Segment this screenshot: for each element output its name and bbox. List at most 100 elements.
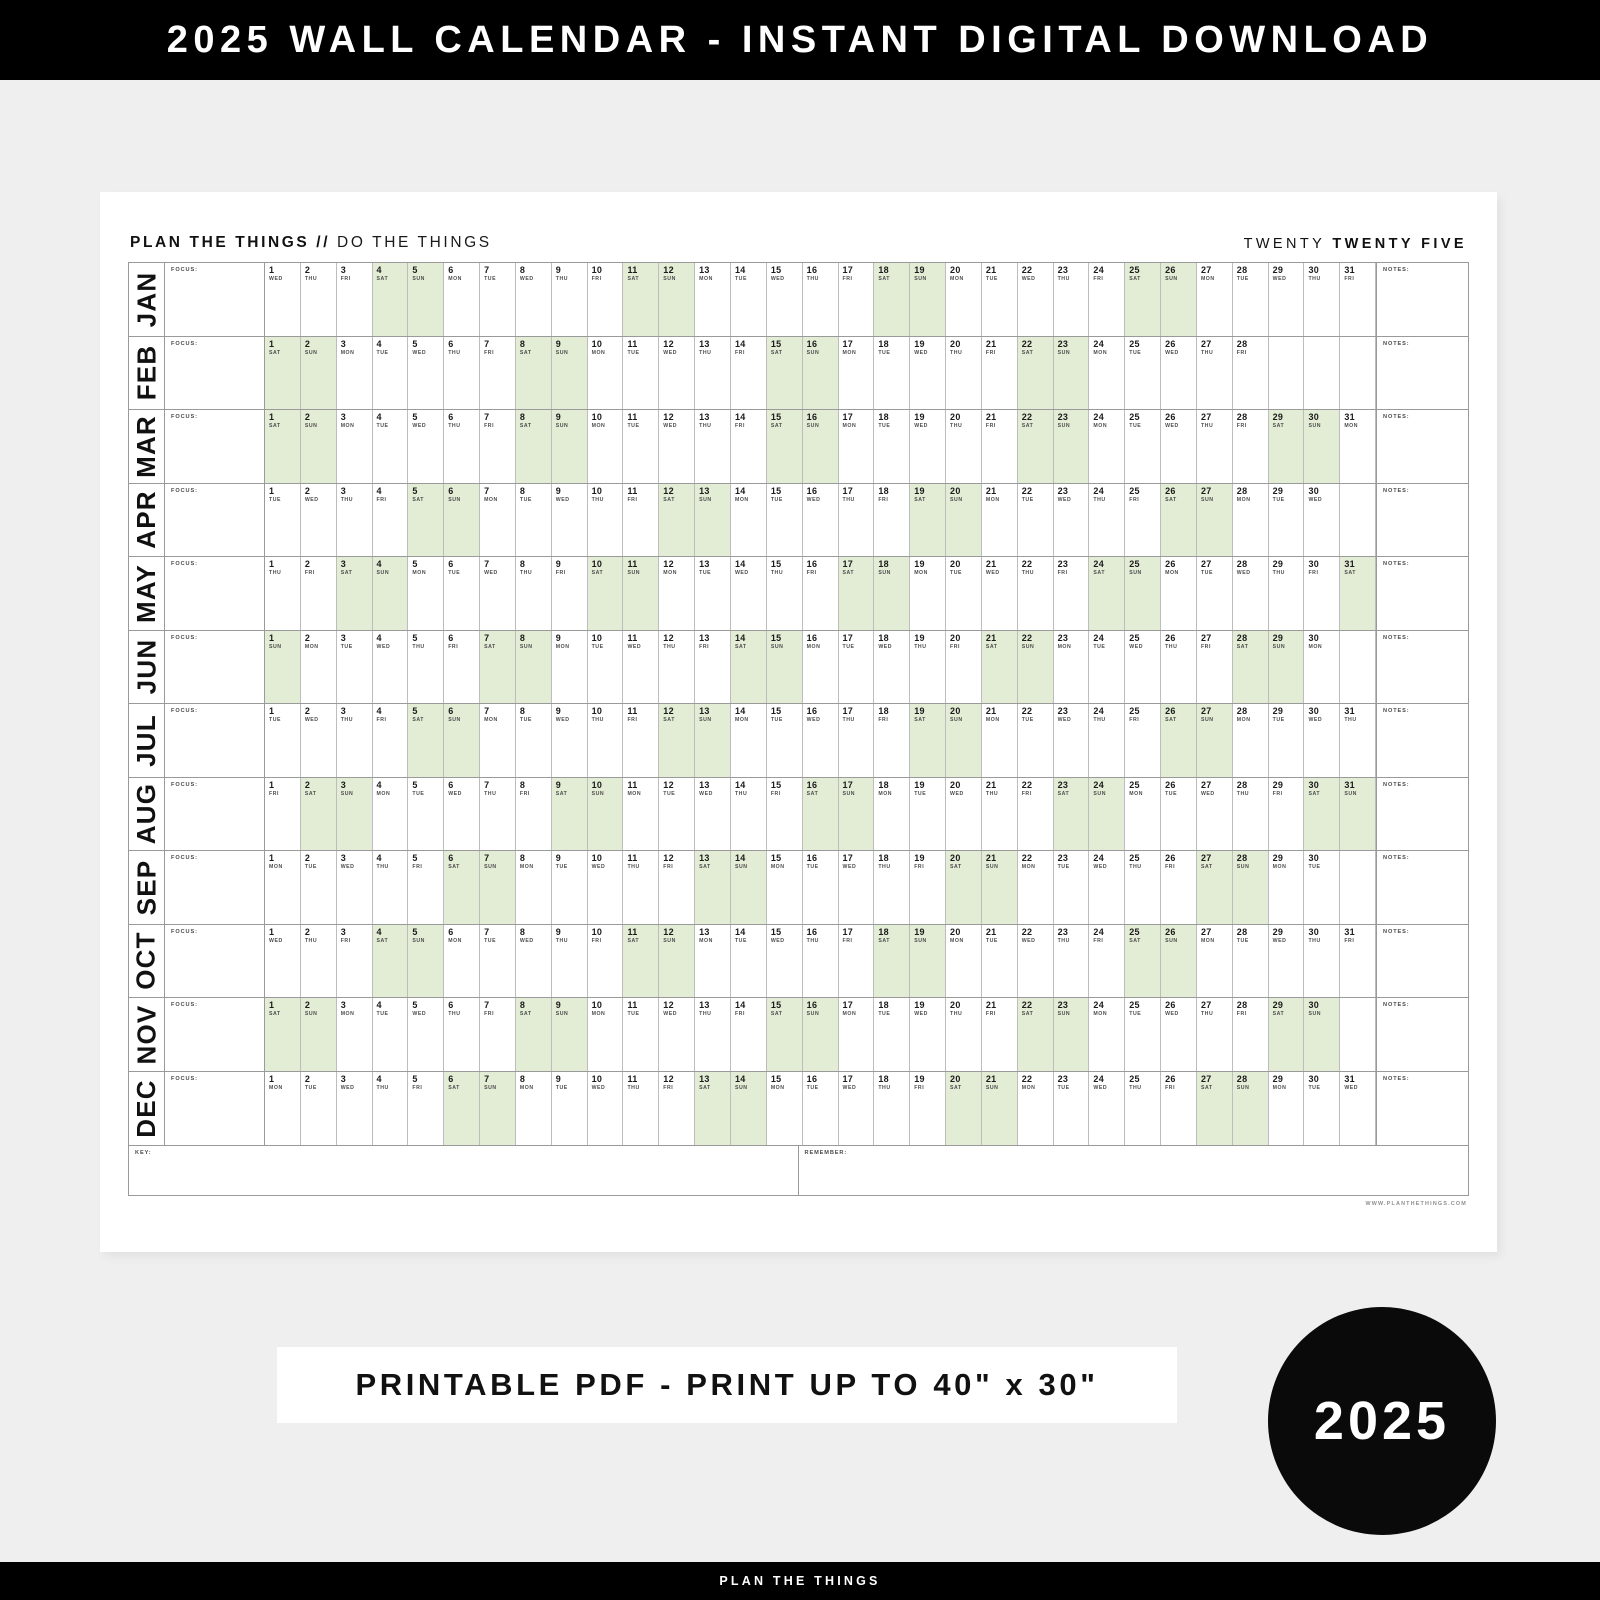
day-cell[interactable]: 22 SAT — [1017, 336, 1054, 409]
day-cell[interactable]: 11 FRI — [623, 704, 660, 777]
day-cell[interactable]: 5 WED — [408, 336, 445, 409]
day-cell[interactable]: 15 MON — [766, 1071, 803, 1145]
day-cell[interactable]: 26 WED — [1161, 998, 1197, 1071]
day-cell[interactable]: 3 THU — [336, 704, 373, 777]
focus-cell[interactable]: FOCUS: — [165, 704, 265, 777]
day-cell[interactable]: 27 THU — [1196, 336, 1233, 409]
day-cell[interactable]: 25 TUE — [1125, 410, 1162, 483]
day-cell[interactable]: 20 FRI — [946, 630, 982, 703]
day-cell[interactable]: 9 FRI — [551, 557, 588, 630]
day-cell[interactable]: 29 SAT — [1268, 410, 1305, 483]
day-cell[interactable]: 3 MON — [336, 998, 373, 1071]
notes-cell[interactable]: NOTES: — [1376, 630, 1468, 703]
day-cell[interactable]: 10 SAT — [587, 557, 624, 630]
day-cell[interactable]: 27 THU — [1196, 410, 1233, 483]
day-cell[interactable]: 6 SUN — [444, 704, 481, 777]
day-cell[interactable]: 30 TUE — [1304, 851, 1341, 924]
day-cell[interactable]: 27 SAT — [1196, 1071, 1233, 1145]
day-cell[interactable]: 17 SUN — [838, 777, 875, 850]
day-cell[interactable]: 2 SUN — [300, 410, 337, 483]
day-cell[interactable]: 3 MON — [336, 336, 373, 409]
notes-cell[interactable]: NOTES: — [1376, 1071, 1468, 1145]
day-cell[interactable]: 23 SUN — [1053, 410, 1090, 483]
day-cell[interactable]: 9 SUN — [551, 336, 588, 409]
notes-cell[interactable]: NOTES: — [1376, 410, 1468, 483]
day-cell[interactable]: 19 FRI — [910, 851, 947, 924]
day-cell[interactable]: 25 FRI — [1125, 483, 1162, 556]
day-cell[interactable]: 3 WED — [336, 1071, 373, 1145]
day-cell[interactable]: 24 WED — [1089, 1071, 1126, 1145]
day-cell[interactable]: 8 THU — [515, 557, 552, 630]
day-cell[interactable]: 26 WED — [1161, 410, 1197, 483]
day-cell[interactable]: 21 TUE — [981, 924, 1018, 997]
day-cell[interactable]: 6 THU — [444, 998, 481, 1071]
remember-box[interactable]: REMEMBER: — [799, 1146, 1469, 1195]
day-cell[interactable]: 24 MON — [1089, 410, 1126, 483]
day-cell[interactable]: 30 SUN — [1304, 410, 1341, 483]
day-cell[interactable]: 15 FRI — [766, 777, 803, 850]
day-cell[interactable]: 21 MON — [981, 483, 1018, 556]
day-cell[interactable]: 14 TUE — [730, 924, 767, 997]
day-cell[interactable]: 30 SAT — [1304, 777, 1341, 850]
day-cell[interactable]: 7 FRI — [480, 998, 516, 1071]
day-cell[interactable]: 12 FRI — [659, 851, 696, 924]
day-cell[interactable]: 11 FRI — [623, 483, 660, 556]
day-cell[interactable]: 27 WED — [1196, 777, 1233, 850]
day-cell[interactable]: 6 FRI — [444, 630, 481, 703]
day-cell[interactable]: 27 SUN — [1196, 704, 1233, 777]
day-cell[interactable]: 1 TUE — [265, 704, 301, 777]
day-cell[interactable]: 8 SAT — [515, 336, 552, 409]
notes-cell[interactable]: NOTES: — [1376, 336, 1468, 409]
day-cell[interactable]: 5 TUE — [408, 777, 445, 850]
day-cell[interactable]: 4 FRI — [372, 483, 409, 556]
day-cell[interactable]: 23 WED — [1053, 483, 1090, 556]
day-cell[interactable]: 18 TUE — [874, 998, 911, 1071]
day-cell[interactable]: 11 TUE — [623, 336, 660, 409]
day-cell[interactable]: 22 FRI — [1017, 777, 1054, 850]
day-cell[interactable]: 1 MON — [265, 851, 301, 924]
day-cell[interactable]: 22 TUE — [1017, 704, 1054, 777]
notes-cell[interactable]: NOTES: — [1376, 777, 1468, 850]
day-cell[interactable]: 8 FRI — [515, 777, 552, 850]
day-cell[interactable]: 10 MON — [587, 336, 624, 409]
day-cell[interactable]: 30 TUE — [1304, 1071, 1341, 1145]
notes-cell[interactable]: NOTES: — [1376, 924, 1468, 997]
day-cell[interactable]: 14 FRI — [730, 998, 767, 1071]
focus-cell[interactable]: FOCUS: — [165, 336, 265, 409]
day-cell[interactable]: 5 WED — [408, 410, 445, 483]
day-cell[interactable]: 22 SUN — [1017, 630, 1054, 703]
day-cell[interactable]: 19 SUN — [910, 924, 947, 997]
day-cell[interactable]: 16 THU — [802, 924, 839, 997]
day-cell[interactable]: 30 SUN — [1304, 998, 1341, 1071]
day-cell[interactable]: 7 FRI — [480, 410, 516, 483]
day-cell[interactable]: 12 TUE — [659, 777, 696, 850]
day-cell[interactable]: 28 FRI — [1232, 336, 1269, 409]
day-cell[interactable]: 7 FRI — [480, 336, 516, 409]
day-cell[interactable]: 16 SAT — [802, 777, 839, 850]
day-cell[interactable]: 9 TUE — [551, 851, 588, 924]
focus-cell[interactable]: FOCUS: — [165, 998, 265, 1071]
day-cell[interactable]: 12 SUN — [659, 924, 696, 997]
day-cell[interactable]: 21 WED — [981, 557, 1018, 630]
day-cell[interactable]: 25 MON — [1125, 777, 1162, 850]
day-cell[interactable]: 20 MON — [946, 924, 982, 997]
day-cell[interactable]: 6 SAT — [444, 851, 481, 924]
day-cell[interactable]: 28 FRI — [1232, 410, 1269, 483]
day-cell[interactable]: 8 SAT — [515, 410, 552, 483]
day-cell[interactable]: 21 SUN — [981, 851, 1018, 924]
day-cell[interactable]: 13 SAT — [695, 1071, 731, 1145]
day-cell[interactable]: 25 THU — [1125, 1071, 1162, 1145]
day-cell[interactable]: 4 MON — [372, 777, 409, 850]
day-cell[interactable]: 16 THU — [802, 263, 839, 336]
day-cell[interactable]: 20 THU — [946, 998, 982, 1071]
day-cell[interactable]: 31 THU — [1340, 704, 1377, 777]
day-cell[interactable]: 15 SAT — [766, 336, 803, 409]
day-cell[interactable]: 23 SAT — [1053, 777, 1090, 850]
day-cell[interactable]: 16 SUN — [802, 336, 839, 409]
day-cell[interactable]: 17 THU — [838, 483, 875, 556]
day-cell[interactable]: 25 TUE — [1125, 336, 1162, 409]
day-cell[interactable]: 28 TUE — [1232, 263, 1269, 336]
day-cell[interactable]: 7 WED — [480, 557, 516, 630]
day-cell[interactable]: 8 SAT — [515, 998, 552, 1071]
day-cell[interactable]: 22 SAT — [1017, 998, 1054, 1071]
